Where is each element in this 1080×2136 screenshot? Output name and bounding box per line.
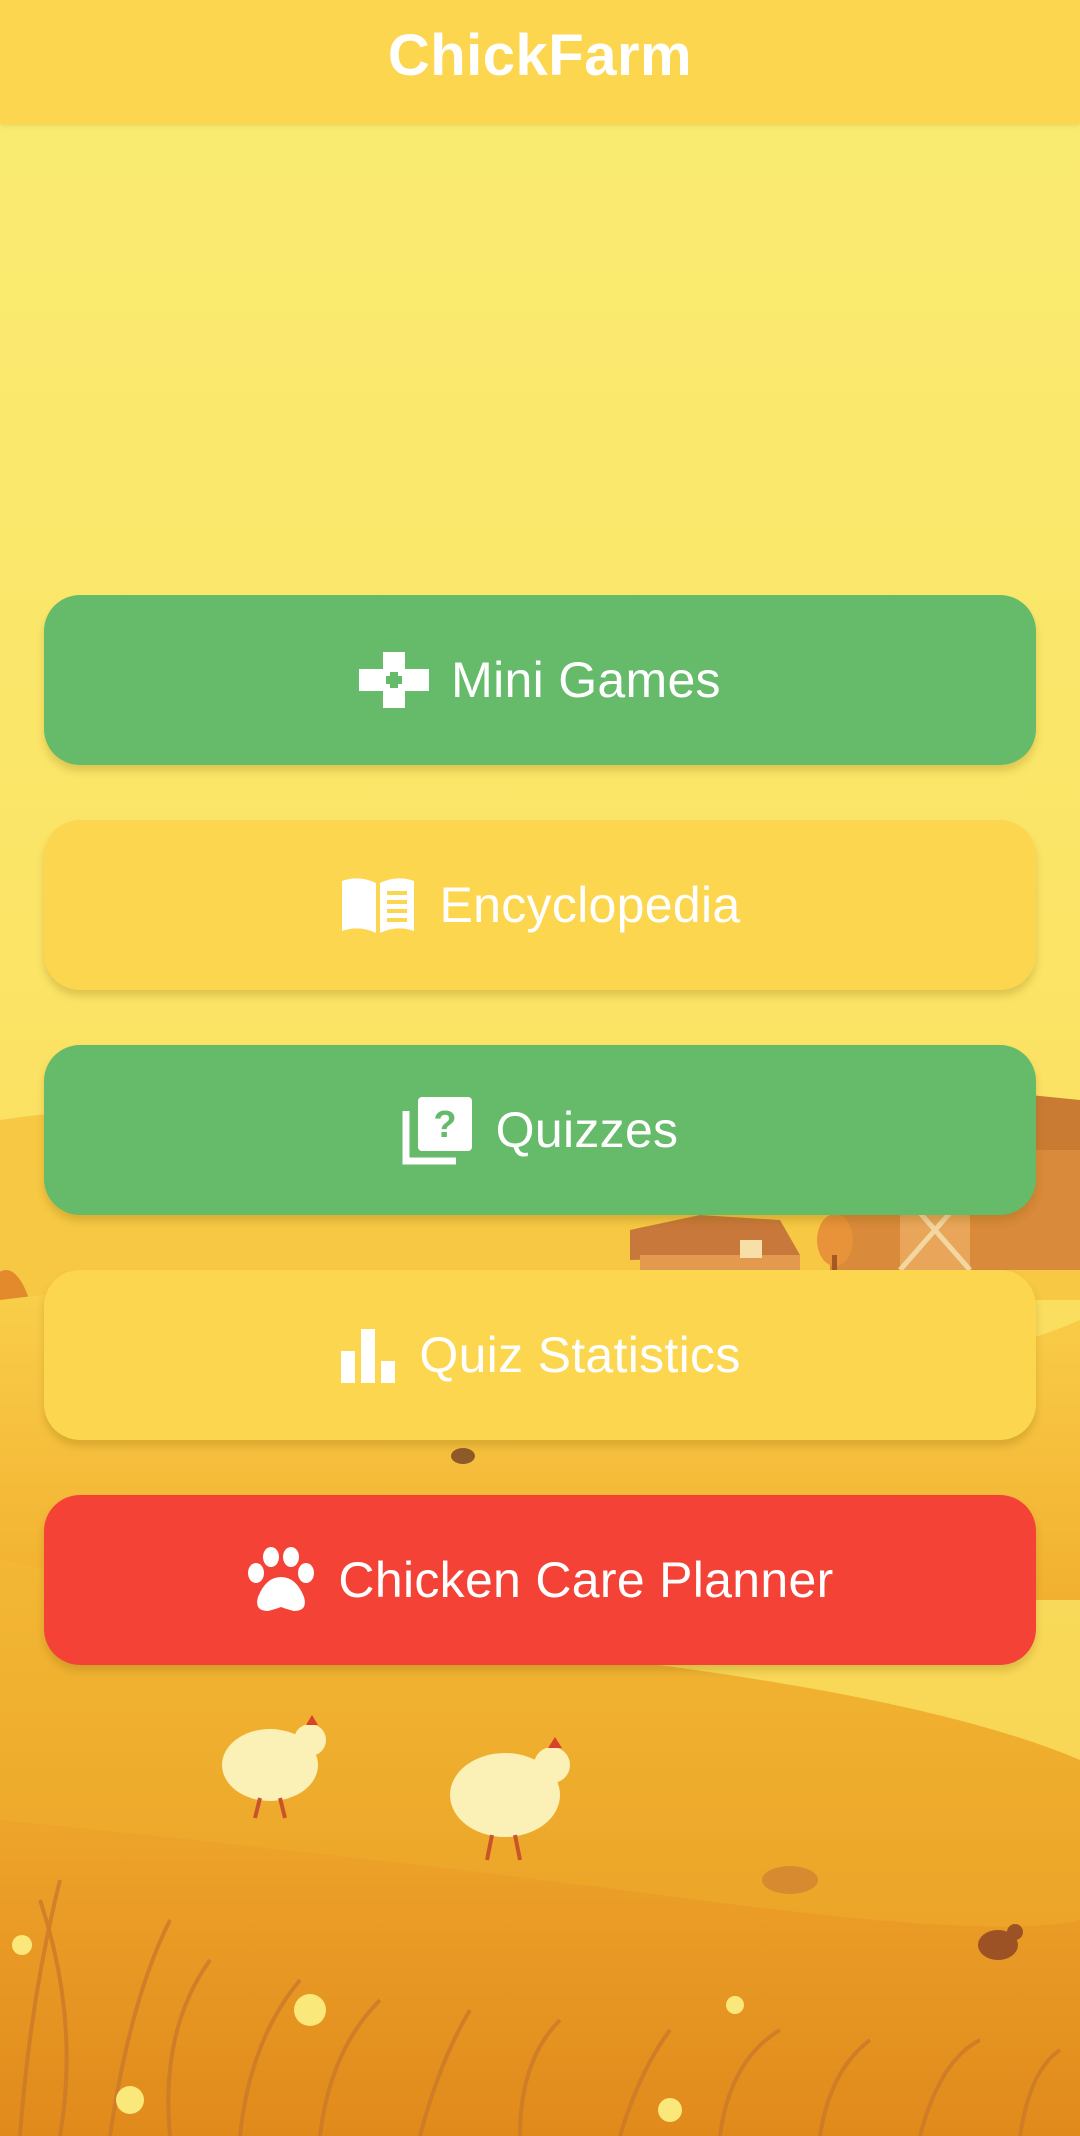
encyclopedia-label: Encyclopedia bbox=[439, 877, 741, 933]
quizzes-label: Quizzes bbox=[495, 1102, 679, 1158]
home-screen: ChickFarm Mini Games Encyclopedia ? Quiz… bbox=[0, 0, 1080, 2136]
encyclopedia-button[interactable]: Encyclopedia bbox=[44, 820, 1036, 990]
app-title: ChickFarm bbox=[387, 22, 693, 88]
svg-text:?: ? bbox=[433, 1104, 456, 1146]
bar-chart-icon bbox=[339, 1327, 397, 1383]
chicken-care-planner-label: Chicken Care Planner bbox=[338, 1552, 834, 1608]
quiz-statistics-label: Quiz Statistics bbox=[419, 1327, 741, 1383]
quiz-statistics-button[interactable]: Quiz Statistics bbox=[44, 1270, 1036, 1440]
book-icon bbox=[339, 875, 417, 935]
mini-games-button[interactable]: Mini Games bbox=[44, 595, 1036, 765]
quiz-icon: ? bbox=[402, 1095, 474, 1165]
paw-icon bbox=[246, 1547, 316, 1613]
app-bar: ChickFarm bbox=[0, 0, 1080, 124]
quizzes-button[interactable]: ? Quizzes bbox=[44, 1045, 1036, 1215]
gamepad-icon bbox=[359, 652, 430, 708]
chicken-care-planner-button[interactable]: Chicken Care Planner bbox=[44, 1495, 1036, 1665]
mini-games-label: Mini Games bbox=[451, 652, 721, 708]
main-menu: Mini Games Encyclopedia ? Quizzes Quiz S… bbox=[44, 595, 1036, 1720]
